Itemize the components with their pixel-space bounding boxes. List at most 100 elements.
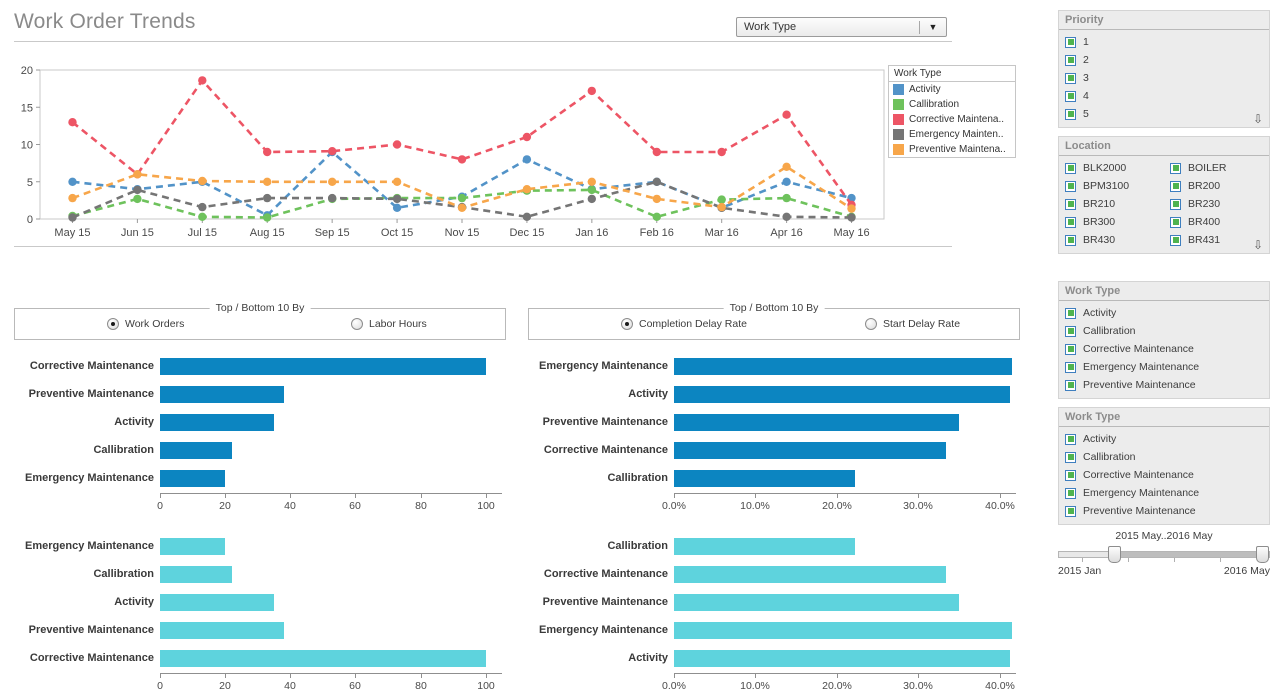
checkbox-checked-icon[interactable] <box>1065 380 1076 391</box>
checkbox-checked-icon[interactable] <box>1170 199 1181 210</box>
line-data-point[interactable] <box>718 148 726 156</box>
checkbox-checked-icon[interactable] <box>1065 308 1076 319</box>
location-filter-item[interactable]: BLK2000 <box>1059 159 1164 177</box>
bar-rect[interactable] <box>160 358 486 375</box>
checkbox-checked-icon[interactable] <box>1065 470 1076 481</box>
priority-filter-item[interactable]: 2 <box>1059 51 1269 69</box>
line-data-point[interactable] <box>68 118 76 126</box>
bar-rect[interactable] <box>160 470 225 487</box>
line-data-point[interactable] <box>198 213 206 221</box>
line-data-point[interactable] <box>588 87 596 95</box>
line-data-point[interactable] <box>328 178 336 186</box>
line-data-point[interactable] <box>847 213 855 221</box>
delay-rate-metric-radio-first[interactable]: Completion Delay Rate <box>621 318 747 330</box>
location-filter-item[interactable]: BOILER <box>1164 159 1269 177</box>
line-data-point[interactable] <box>133 186 141 194</box>
bar-rect[interactable] <box>160 622 284 639</box>
work-type-filter-1-item[interactable]: Preventive Maintenance <box>1059 376 1269 394</box>
line-data-point[interactable] <box>328 147 336 155</box>
slider-thumb-end[interactable] <box>1256 546 1269 563</box>
line-data-point[interactable] <box>458 204 466 212</box>
line-data-point[interactable] <box>263 148 271 156</box>
line-data-point[interactable] <box>263 194 271 202</box>
checkbox-checked-icon[interactable] <box>1170 163 1181 174</box>
location-filter-item[interactable]: BPM3100 <box>1059 177 1164 195</box>
line-data-point[interactable] <box>133 170 141 178</box>
line-data-point[interactable] <box>68 194 76 202</box>
line-data-point[interactable] <box>523 133 531 141</box>
line-data-point[interactable] <box>198 177 206 185</box>
line-data-point[interactable] <box>458 155 466 163</box>
line-data-point[interactable] <box>263 178 271 186</box>
delay-rate-metric-radio-second[interactable]: Start Delay Rate <box>865 318 960 330</box>
slider-track-wrap[interactable] <box>1058 544 1270 564</box>
legend-item[interactable]: Corrective Maintena.. <box>889 112 1015 127</box>
bar-rect[interactable] <box>674 566 946 583</box>
line-data-point[interactable] <box>458 194 466 202</box>
bar-rect[interactable] <box>160 442 232 459</box>
legend-item[interactable]: Callibration <box>889 97 1015 112</box>
legend-item[interactable]: Activity <box>889 82 1015 97</box>
line-data-point[interactable] <box>198 203 206 211</box>
work-type-filter-2-item[interactable]: Preventive Maintenance <box>1059 502 1269 520</box>
bar-rect[interactable] <box>160 386 284 403</box>
checkbox-checked-icon[interactable] <box>1065 37 1076 48</box>
priority-filter-item[interactable]: 5 <box>1059 105 1269 123</box>
bar-rect[interactable] <box>674 594 959 611</box>
checkbox-checked-icon[interactable] <box>1065 434 1076 445</box>
checkbox-checked-icon[interactable] <box>1170 181 1181 192</box>
checkbox-checked-icon[interactable] <box>1065 506 1076 517</box>
checkbox-checked-icon[interactable] <box>1065 163 1076 174</box>
bar-rect[interactable] <box>674 538 855 555</box>
work-type-filter-1-item[interactable]: Emergency Maintenance <box>1059 358 1269 376</box>
line-data-point[interactable] <box>782 111 790 119</box>
line-data-point[interactable] <box>523 155 531 163</box>
checkbox-checked-icon[interactable] <box>1065 73 1076 84</box>
scroll-down-icon[interactable]: ⇩ <box>1253 239 1263 251</box>
checkbox-checked-icon[interactable] <box>1065 235 1076 246</box>
bar-rect[interactable] <box>674 414 959 431</box>
line-data-point[interactable] <box>68 178 76 186</box>
bar-rect[interactable] <box>160 414 274 431</box>
bar-rect[interactable] <box>160 566 232 583</box>
location-filter-item[interactable]: BR300 <box>1059 213 1164 231</box>
location-filter-item[interactable]: BR400 <box>1164 213 1269 231</box>
bar-rect[interactable] <box>674 650 1010 667</box>
location-filter-item[interactable]: BR200 <box>1164 177 1269 195</box>
checkbox-checked-icon[interactable] <box>1170 235 1181 246</box>
line-data-point[interactable] <box>393 195 401 203</box>
bar-rect[interactable] <box>160 594 274 611</box>
line-data-point[interactable] <box>718 203 726 211</box>
line-data-point[interactable] <box>782 163 790 171</box>
checkbox-checked-icon[interactable] <box>1065 91 1076 102</box>
line-data-point[interactable] <box>782 194 790 202</box>
work-orders-metric-radio-second[interactable]: Labor Hours <box>351 318 427 330</box>
priority-filter-item[interactable]: 4 <box>1059 87 1269 105</box>
radio-button-icon[interactable] <box>621 318 633 330</box>
legend-item[interactable]: Emergency Mainten.. <box>889 127 1015 142</box>
line-data-point[interactable] <box>328 194 336 202</box>
work-type-filter-2-item[interactable]: Emergency Maintenance <box>1059 484 1269 502</box>
work-type-filter-1-item[interactable]: Callibration <box>1059 322 1269 340</box>
line-data-point[interactable] <box>847 204 855 212</box>
legend-item[interactable]: Preventive Maintena.. <box>889 142 1015 157</box>
bar-rect[interactable] <box>674 386 1010 403</box>
checkbox-checked-icon[interactable] <box>1065 344 1076 355</box>
line-data-point[interactable] <box>393 204 401 212</box>
work-type-filter-2-item[interactable]: Callibration <box>1059 448 1269 466</box>
slider-thumb-start[interactable] <box>1108 546 1121 563</box>
location-filter-item[interactable]: BR210 <box>1059 195 1164 213</box>
radio-button-icon[interactable] <box>865 318 877 330</box>
work-type-filter-1-item[interactable]: Corrective Maintenance <box>1059 340 1269 358</box>
checkbox-checked-icon[interactable] <box>1170 217 1181 228</box>
bar-rect[interactable] <box>674 358 1012 375</box>
line-data-point[interactable] <box>718 195 726 203</box>
bar-rect[interactable] <box>674 622 1012 639</box>
line-data-point[interactable] <box>653 178 661 186</box>
line-data-point[interactable] <box>588 195 596 203</box>
bar-rect[interactable] <box>674 470 855 487</box>
checkbox-checked-icon[interactable] <box>1065 452 1076 463</box>
bar-rect[interactable] <box>160 538 225 555</box>
line-data-point[interactable] <box>393 140 401 148</box>
line-data-point[interactable] <box>653 195 661 203</box>
